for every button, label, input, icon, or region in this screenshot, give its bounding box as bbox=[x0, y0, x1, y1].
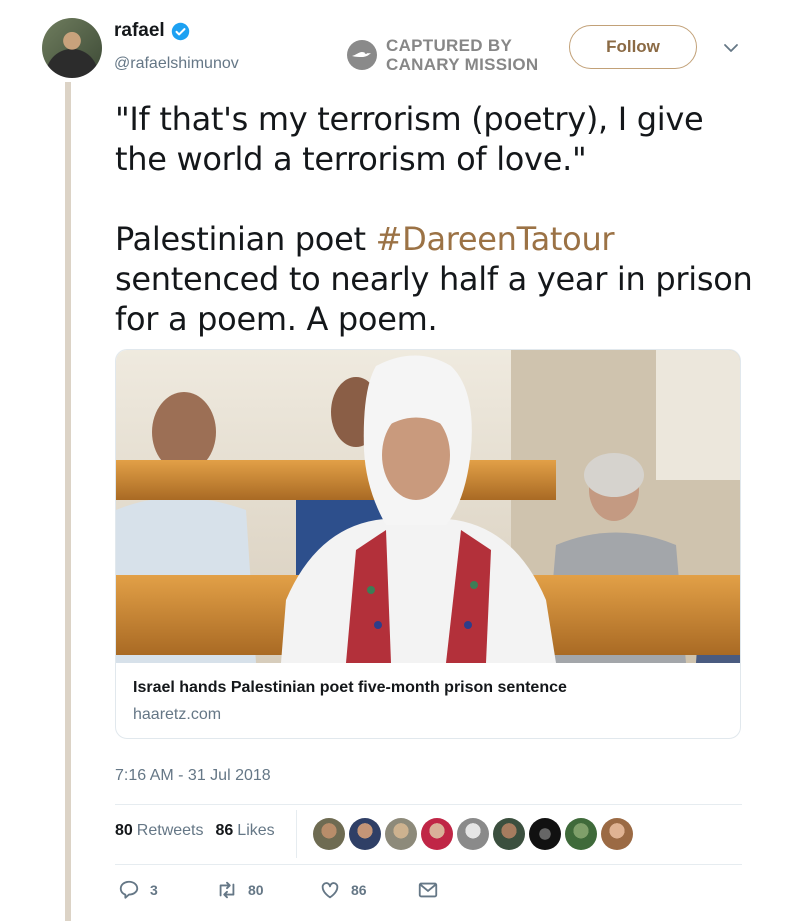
watermark-line-1: CAPTURED BY bbox=[386, 36, 513, 55]
canary-mission-logo-icon bbox=[347, 40, 377, 70]
direct-message-action[interactable] bbox=[417, 879, 439, 901]
follow-button[interactable]: Follow bbox=[569, 25, 697, 69]
link-card[interactable]: Israel hands Palestinian poet five-month… bbox=[115, 349, 741, 739]
retweet-action[interactable]: 80 bbox=[216, 879, 264, 901]
hashtag-link[interactable]: #DareenTatour bbox=[376, 220, 615, 258]
tweet-body-start: Palestinian poet bbox=[115, 220, 376, 258]
tweet-text: "If that's my terrorism (poetry), I give… bbox=[115, 99, 755, 339]
display-name[interactable]: rafael bbox=[114, 20, 165, 42]
tweet-quote: "If that's my terrorism (poetry), I give… bbox=[115, 100, 704, 178]
user-handle[interactable]: @rafaelshimunov bbox=[114, 55, 239, 73]
retweets-stat[interactable]: 80 Retweets bbox=[115, 822, 204, 840]
avatar[interactable] bbox=[42, 18, 102, 78]
card-domain[interactable]: haaretz.com bbox=[133, 706, 221, 724]
likes-label: Likes bbox=[237, 822, 275, 839]
like-count: 86 bbox=[351, 882, 367, 898]
likes-stat[interactable]: 86 Likes bbox=[216, 822, 275, 840]
watermark-line-2: CANARY MISSION bbox=[386, 55, 539, 74]
retweet-count: 80 bbox=[248, 882, 264, 898]
verified-badge-icon bbox=[171, 22, 189, 40]
author-name-row[interactable]: rafael bbox=[114, 20, 190, 42]
liker-avatar[interactable] bbox=[601, 818, 633, 850]
liker-avatar[interactable] bbox=[493, 818, 525, 850]
like-action[interactable]: 86 bbox=[319, 879, 367, 901]
liker-avatar[interactable] bbox=[529, 818, 561, 850]
liker-avatar[interactable] bbox=[313, 818, 345, 850]
card-title[interactable]: Israel hands Palestinian poet five-month… bbox=[133, 679, 567, 697]
stats-row: 80 Retweets 86 Likes bbox=[115, 822, 287, 840]
divider-bottom bbox=[115, 864, 742, 865]
tweet-body: Palestinian poet #DareenTatour sentenced … bbox=[115, 219, 755, 339]
likes-count: 86 bbox=[215, 822, 234, 839]
liker-avatar[interactable] bbox=[349, 818, 381, 850]
heart-icon bbox=[321, 882, 339, 899]
reply-count: 3 bbox=[150, 882, 158, 898]
reply-icon bbox=[119, 880, 139, 899]
liker-avatars bbox=[313, 818, 633, 850]
retweets-label: Retweets bbox=[136, 822, 204, 839]
liker-avatar[interactable] bbox=[457, 818, 489, 850]
divider-top bbox=[115, 804, 742, 805]
watermark: CAPTURED BY CANARY MISSION bbox=[346, 36, 539, 74]
thread-line bbox=[65, 82, 71, 921]
chevron-down-icon[interactable] bbox=[723, 42, 739, 54]
liker-avatar[interactable] bbox=[421, 818, 453, 850]
retweet-icon bbox=[219, 881, 235, 899]
liker-avatar[interactable] bbox=[385, 818, 417, 850]
stats-separator bbox=[296, 810, 297, 858]
tweet-body-end: sentenced to nearly half a year in priso… bbox=[115, 260, 753, 338]
card-image[interactable] bbox=[116, 350, 741, 663]
retweets-count: 80 bbox=[115, 822, 133, 839]
envelope-icon bbox=[418, 882, 438, 898]
reply-action[interactable]: 3 bbox=[118, 879, 158, 901]
liker-avatar[interactable] bbox=[565, 818, 597, 850]
timestamp[interactable]: 7:16 AM - 31 Jul 2018 bbox=[115, 767, 271, 785]
